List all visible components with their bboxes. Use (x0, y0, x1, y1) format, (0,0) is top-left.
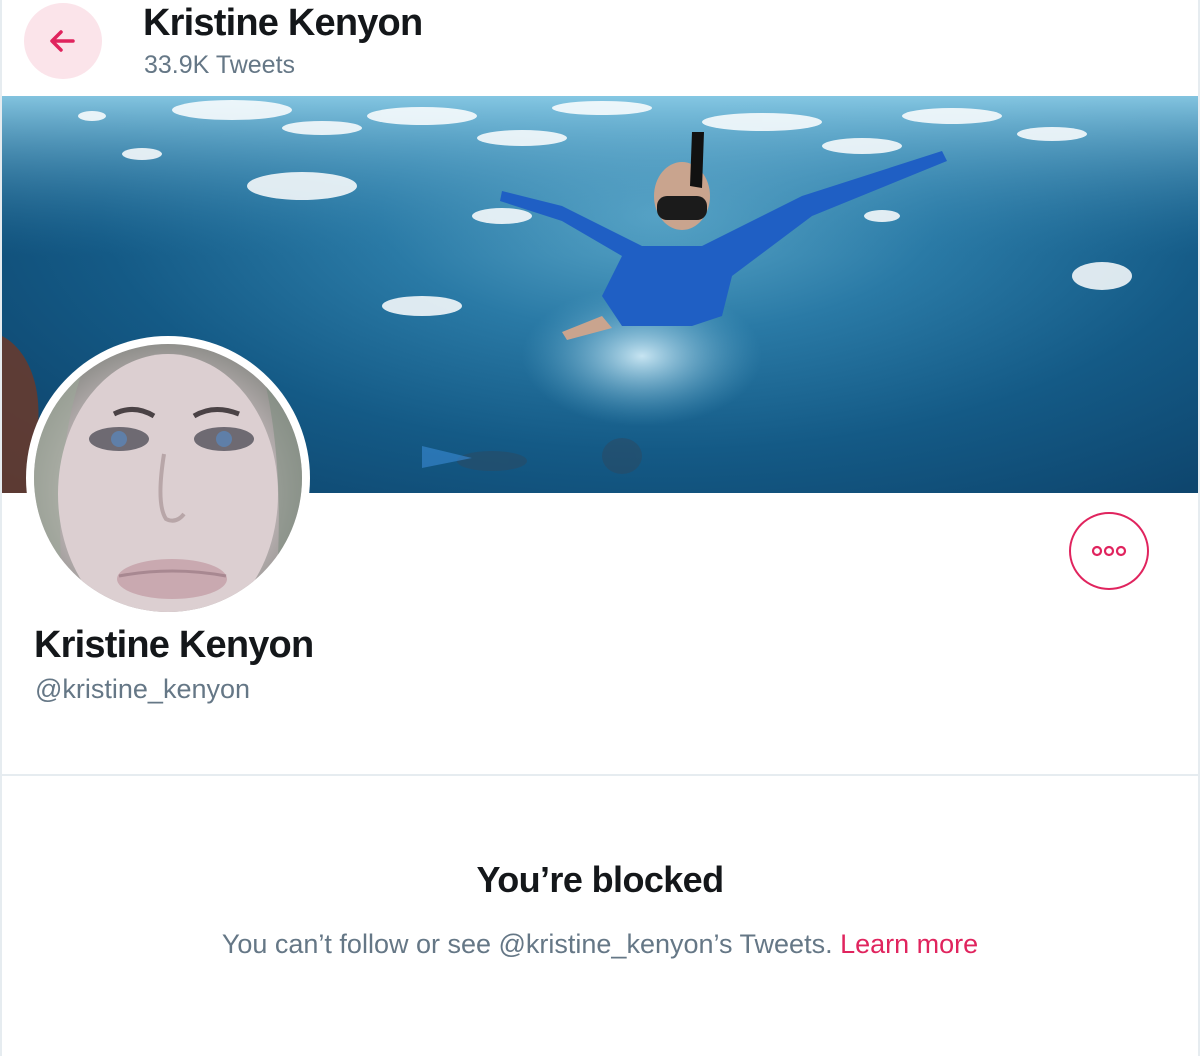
back-button[interactable] (24, 3, 102, 79)
more-options-button[interactable] (1069, 512, 1149, 590)
header-title: Kristine Kenyon (143, 2, 423, 44)
section-divider (2, 774, 1198, 776)
tweet-count: 33.9K Tweets (144, 51, 296, 79)
profile-display-name: Kristine Kenyon (34, 624, 314, 666)
blocked-message-text: You can’t follow or see @kristine_kenyon… (221, 929, 833, 959)
back-arrow-icon (50, 30, 75, 52)
avatar-photo (34, 344, 302, 612)
learn-more-link[interactable]: Learn more (840, 929, 978, 959)
more-options-icon (1091, 545, 1127, 557)
avatar-face-illustration (34, 344, 302, 612)
blocked-message: You can’t follow or see @kristine_kenyon… (2, 926, 1198, 962)
profile-page: Kristine Kenyon 33.9K Tweets Kristine Ke… (0, 0, 1200, 1056)
profile-header: Kristine Kenyon 33.9K Tweets (2, 0, 1198, 96)
blocked-title: You’re blocked (476, 859, 725, 900)
profile-handle: @kristine_kenyon (35, 674, 251, 704)
profile-avatar[interactable] (26, 336, 310, 620)
